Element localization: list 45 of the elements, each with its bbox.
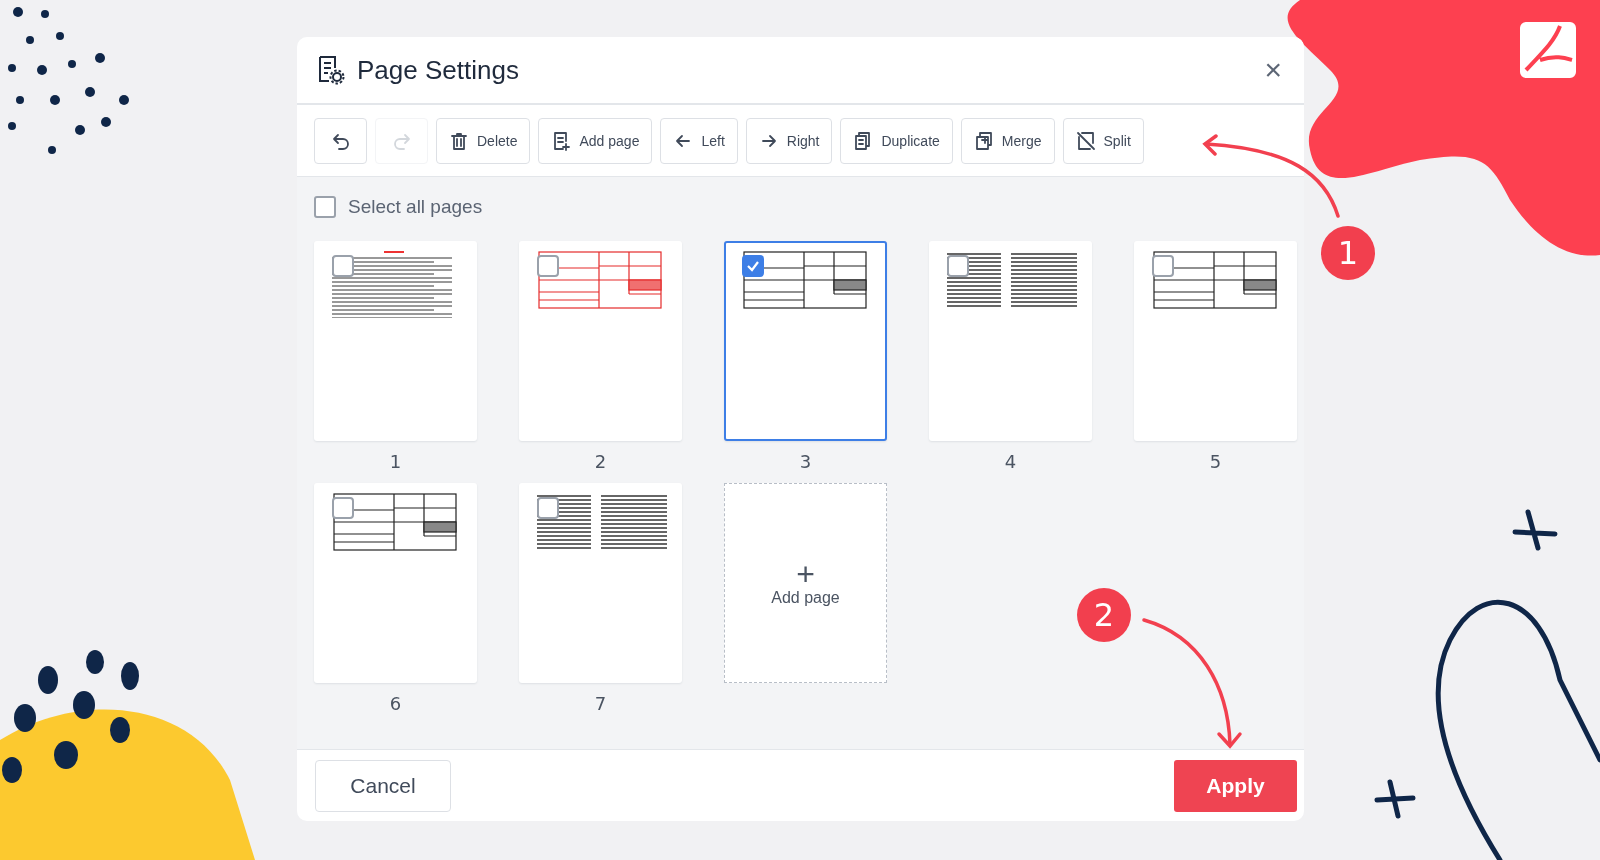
page-checkbox[interactable] [947,255,969,277]
cancel-button[interactable]: Cancel [315,759,451,812]
add-page-icon [551,130,572,151]
plus-sign-drawing [1512,509,1558,551]
select-all-checkbox[interactable] [314,196,336,218]
close-button[interactable]: × [1260,55,1286,85]
page-checkbox[interactable] [537,497,559,519]
select-all-label: Select all pages [348,196,483,218]
page-checkbox[interactable] [332,497,354,519]
page-number: 3 [799,450,812,474]
page-checkbox[interactable] [742,255,764,277]
plus-sign-drawing [1374,779,1416,819]
page-thumbnail[interactable] [314,241,477,441]
page-thumbnail[interactable] [1134,241,1297,441]
toolbar-button[interactable]: Split [1062,117,1144,164]
page-settings-icon [317,55,345,85]
page-number: 1 [389,450,402,474]
toolbar-button[interactable]: Right [745,117,833,164]
apply-button[interactable]: Apply [1174,759,1297,812]
page-number: 5 [1209,450,1222,474]
page-thumbnail[interactable] [519,483,682,683]
merge-icon [973,130,994,151]
trash-icon [449,130,469,151]
toolbar-button[interactable]: Add page [538,117,653,164]
page-number: 4 [1004,450,1017,474]
split-icon [1075,130,1096,151]
step-badge: 1 [1321,226,1375,280]
dialog-title: Page Settings [357,54,519,86]
page-thumbnail[interactable] [314,483,477,683]
page-number: 6 [389,692,402,716]
page-thumbnail[interactable] [519,241,682,441]
page-thumbnail[interactable] [929,241,1092,441]
toolbar-button[interactable]: Left [660,117,738,164]
page-checkbox[interactable] [1152,255,1174,277]
toolbar-button[interactable]: Delete [436,117,531,164]
page-number: 2 [594,450,607,474]
undo-button[interactable] [314,117,367,164]
page-checkbox[interactable] [332,255,354,277]
toolbar-button[interactable]: Duplicate [840,117,953,164]
page-checkbox[interactable] [537,255,559,277]
toolbar-button[interactable]: Merge [960,117,1055,164]
logo-icon [1520,22,1576,78]
page-thumbnail[interactable] [724,241,887,441]
page-number: 7 [594,692,607,716]
add-page-tile[interactable]: + Add page [724,483,887,683]
